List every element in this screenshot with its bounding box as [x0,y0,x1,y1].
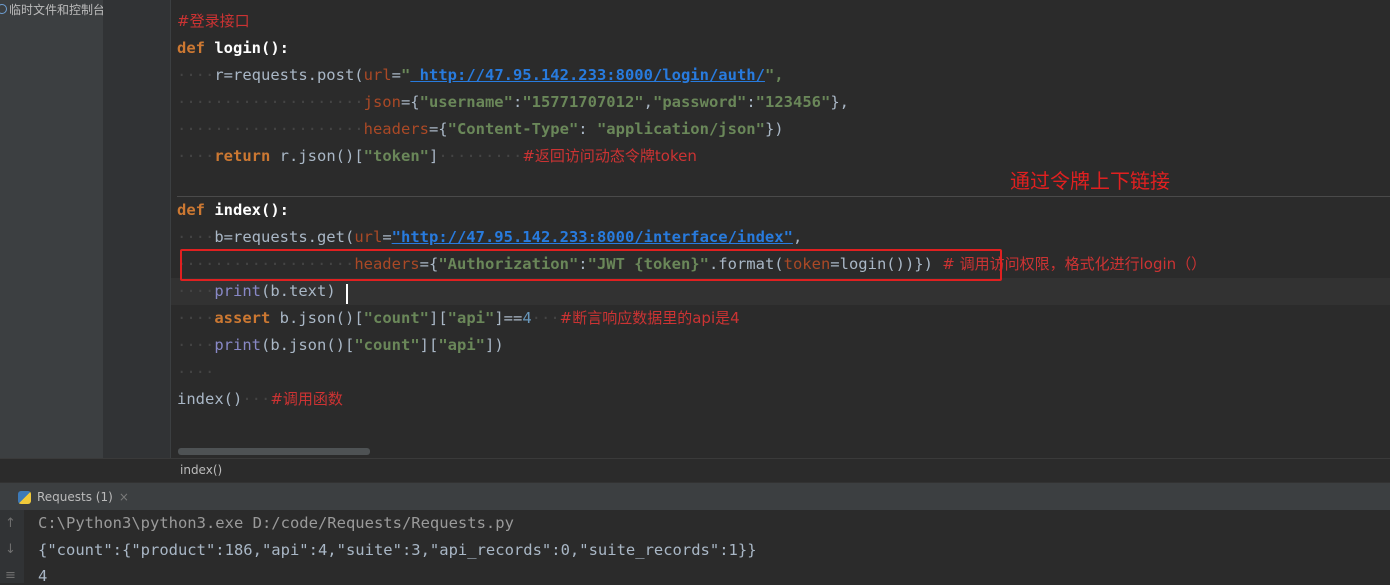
console-line: {"count":{"product":186,"api":4,"suite":… [38,541,757,559]
project-panel: 临时文件和控制台 [0,0,103,458]
string: "application/json" [596,120,765,138]
number: 4 [522,309,532,327]
code-text: ][ [428,309,448,327]
string: "count" [354,336,420,354]
code-text: : [578,120,597,138]
code-text: r=requests.post( [214,66,364,84]
string: "count" [363,309,429,327]
console-line: C:\Python3\python3.exe D:/code/Requests/… [38,514,514,532]
run-tab-label: Requests (1) [37,490,113,504]
string: " [400,66,411,84]
comment: #断言响应数据里的api是4 [559,309,740,327]
code-text: (b.json()[ [261,336,355,354]
code-line-current[interactable]: 50 ····print(b.text) [171,278,1390,305]
keyword: return [214,147,271,165]
code-text: ={ [400,93,420,111]
arrow-up-icon[interactable]: ↑ [5,516,16,531]
string: "15771707012" [522,93,644,111]
breadcrumb-item[interactable]: index() [180,463,222,477]
run-tab[interactable]: Requests (1) × [18,488,129,506]
param: url [363,66,392,84]
string: ", [764,66,784,84]
string: "username" [419,93,513,111]
builtin: print [214,336,261,354]
code-text: b.json()[ [270,309,364,327]
code-line[interactable]: 47 def index(): [171,197,1390,224]
close-icon[interactable]: × [119,490,129,504]
code-line[interactable]: 51 ····assert b.json()["count"]["api"]==… [171,305,1390,332]
string: "Content-Type" [447,120,579,138]
code-editor[interactable]: 40 #登录接口 41 def login(): 42 ····r=reques… [171,0,1390,458]
python-icon [18,490,31,504]
url-link[interactable]: "http://47.95.142.233:8000/interface/ind… [392,228,793,246]
code-text: }) [764,120,784,138]
code-text: = [391,66,401,84]
comment: #返回访问动态令牌token [522,147,697,165]
code-text: : [746,93,756,111]
wrap-icon[interactable]: ≡ [5,568,16,583]
param: url [354,228,383,246]
project-item-scratches[interactable]: 临时文件和控制台 [0,0,103,18]
code-line[interactable]: 48 ····b=requests.get(url="http://47.95.… [171,224,1390,251]
code-text: r.json()[ [270,147,364,165]
code-text: , [792,228,803,246]
line-number-gutter[interactable] [103,0,171,458]
code-line[interactable]: 40 #登录接口 [171,8,1390,35]
code-line[interactable]: 41 def login(): [171,35,1390,62]
code-line[interactable]: 46 [171,170,1390,197]
code-text: }, [830,93,849,111]
annotation-text: 通过令牌上下链接 [1010,169,1170,193]
comment: #登录接口 [177,12,250,30]
builtin: print [214,282,261,300]
code-line[interactable]: 55 [171,413,1390,440]
string: "api" [447,309,495,327]
string: "password" [652,93,747,111]
highlight-box [180,249,1002,281]
console-toolbar: ↑ ↓ ≡ [0,510,24,583]
code-text: ]) [485,336,504,354]
code-line[interactable]: 42 ····r=requests.post(url=" http://47.9… [171,62,1390,89]
code-text: (b.text) [261,282,336,300]
code-text: ][ [419,336,439,354]
project-item-label: 临时文件和控制台 [9,2,103,17]
function-signature: index(): [205,201,289,219]
code-text: b=requests.get( [214,228,355,246]
code-text: , [643,93,653,111]
string: "123456" [755,93,831,111]
code-line[interactable]: 43 ····················json={"username":… [171,89,1390,116]
code-line[interactable]: 54 index()···#调用函数 [171,386,1390,413]
code-line[interactable]: 44 ····················headers={"Content… [171,116,1390,143]
breadcrumb[interactable]: index() [0,458,1390,483]
code-text: ]== [494,309,523,327]
code-text: : [512,93,523,111]
code-text: ] [428,147,439,165]
console-line: 4 [38,567,48,585]
keyword: assert [214,309,271,327]
run-console[interactable]: ↑ ↓ ≡ C:\Python3\python3.exe D:/code/Req… [0,510,1390,585]
string: "api" [438,336,485,354]
code-text: ={ [428,120,448,138]
arrow-down-icon[interactable]: ↓ [5,542,16,557]
run-toolwindow-header: Requests (1) × [0,482,1390,511]
param: json [363,93,401,111]
scratches-icon [0,4,7,14]
code-text: index() [177,390,243,408]
keyword: def [177,39,205,57]
code-text: = [382,228,392,246]
keyword: def [177,201,205,219]
string: "token" [363,147,429,165]
code-line[interactable]: 45 ····return r.json()["token"]·········… [171,143,1390,170]
horizontal-scrollbar[interactable] [178,448,370,455]
text-caret [346,284,348,304]
code-line[interactable]: 53 ···· [171,359,1390,386]
code-line[interactable]: 52 ····print(b.json()["count"]["api"]) [171,332,1390,359]
comment: #调用函数 [270,390,343,408]
function-signature: login(): [205,39,289,57]
url-link[interactable]: http://47.95.142.233:8000/login/auth/ [410,66,765,84]
param: headers [363,120,429,138]
